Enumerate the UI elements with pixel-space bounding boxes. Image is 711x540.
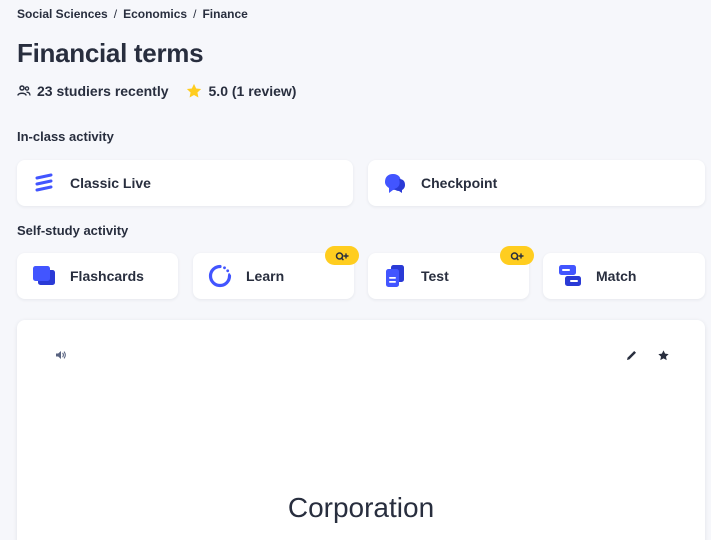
studiers-icon [17, 85, 31, 97]
checkpoint-icon [383, 171, 407, 195]
premium-icon [335, 251, 349, 261]
star-icon [185, 82, 203, 100]
test-icon [383, 264, 407, 288]
set-meta: 23 studiers recently 5.0 (1 review) [17, 82, 296, 100]
checkpoint-button[interactable]: Checkpoint [368, 160, 705, 206]
learn-icon [208, 264, 232, 288]
flashcards-button[interactable]: Flashcards [17, 253, 178, 299]
edit-icon[interactable] [621, 345, 641, 365]
classic-live-button[interactable]: Classic Live [17, 160, 353, 206]
flashcard-term: Corporation [287, 492, 435, 523]
rating-text: 5.0 (1 review) [208, 83, 297, 99]
premium-badge [500, 246, 534, 265]
rating[interactable]: 5.0 (1 review) [185, 82, 297, 100]
flashcards-icon [32, 264, 56, 288]
classic-live-icon [32, 171, 56, 195]
flashcards-label: Flashcards [70, 268, 144, 284]
learn-label: Learn [246, 268, 285, 284]
breadcrumb: Social Sciences / Economics / Finance [17, 7, 248, 21]
breadcrumb-separator: / [113, 7, 118, 21]
classic-live-label: Classic Live [70, 175, 151, 191]
test-label: Test [421, 268, 449, 284]
premium-icon [510, 251, 524, 261]
self-study-heading: Self-study activity [17, 223, 129, 238]
in-class-heading: In-class activity [17, 129, 114, 144]
match-button[interactable]: Match [543, 253, 705, 299]
page-title: Financial terms [17, 38, 204, 68]
checkpoint-label: Checkpoint [421, 175, 498, 191]
match-label: Match [596, 268, 637, 284]
breadcrumb-separator: / [193, 7, 197, 21]
premium-badge [325, 246, 359, 265]
match-icon [558, 264, 582, 288]
breadcrumb-finance[interactable]: Finance [202, 7, 247, 21]
breadcrumb-social-sciences[interactable]: Social Sciences [17, 7, 108, 21]
star-icon[interactable] [653, 345, 673, 365]
flashcard[interactable]: Corporation [17, 320, 705, 540]
studiers-count: 23 studiers recently [37, 83, 169, 99]
breadcrumb-economics[interactable]: Economics [123, 7, 187, 21]
audio-icon[interactable] [51, 345, 71, 365]
